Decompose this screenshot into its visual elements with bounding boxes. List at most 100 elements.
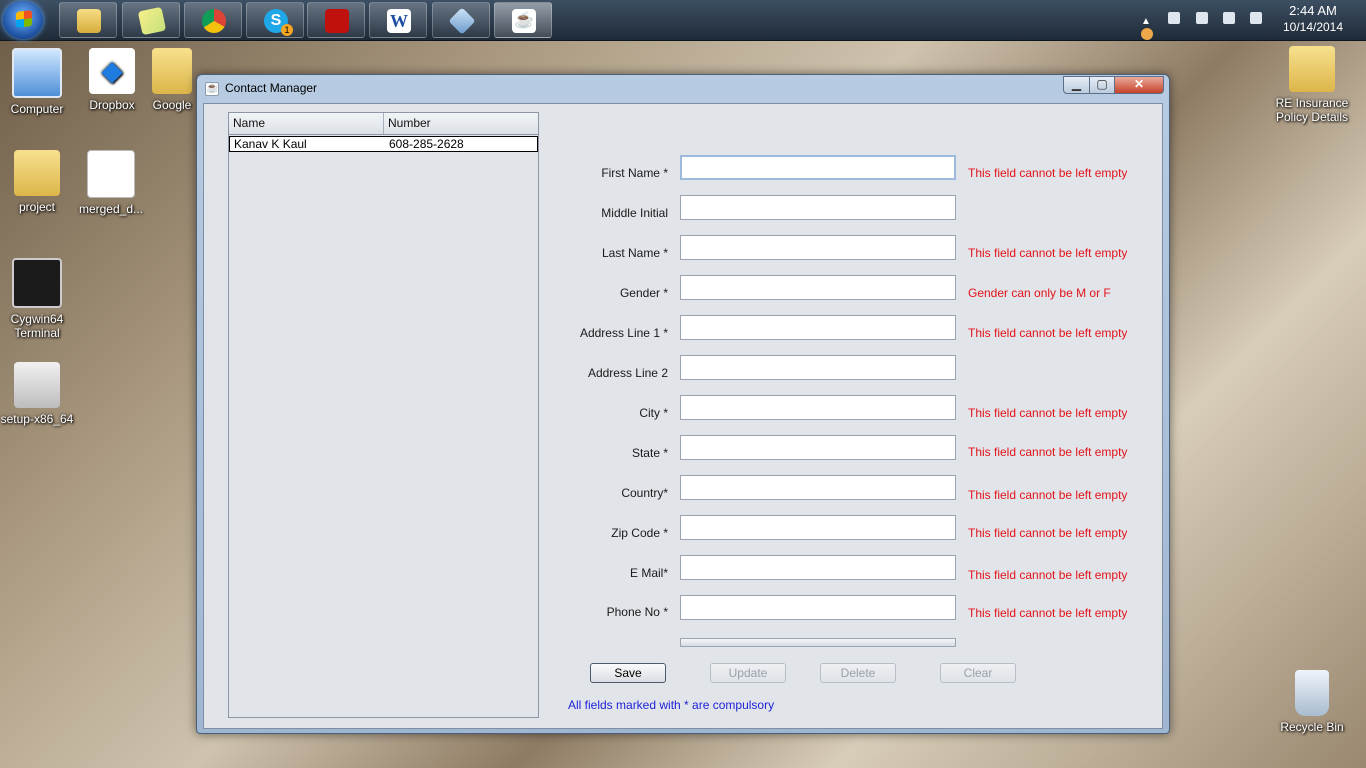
label-gender: Gender * (619, 286, 668, 300)
folder-icon (14, 150, 60, 196)
action-center-icon[interactable] (1168, 12, 1181, 24)
contact-manager-window: ☕ Contact Manager ▁ ▢ ✕ Name Number Kana… (196, 74, 1170, 734)
desktop-icon-project[interactable]: project (0, 150, 74, 214)
cell-name: Kanav K Kaul (234, 137, 307, 151)
error-zip-code: This field cannot be left empty (968, 526, 1128, 540)
word-icon: W (387, 9, 411, 33)
delete-button[interactable]: Delete (820, 663, 896, 683)
gender-field[interactable] (680, 275, 956, 300)
desktop-icon-re-insurance[interactable]: RE Insurance Policy Details (1272, 46, 1352, 124)
desktop-icon-label: Recycle Bin (1280, 720, 1344, 734)
error-email: This field cannot be left empty (968, 568, 1128, 582)
tray-icons: ▲ (1141, 12, 1281, 40)
dropbox-icon: ◆ (89, 48, 135, 94)
volume-icon[interactable] (1250, 12, 1263, 24)
column-header-name[interactable]: Name (229, 113, 384, 134)
error-phone-no: This field cannot be left empty (968, 606, 1128, 620)
last-name-field[interactable] (680, 235, 956, 260)
recycle-bin-icon (1295, 670, 1329, 716)
taskbar: S 1 W ☕ ▲ 2:44 AM 10/14/2014 (0, 0, 1366, 41)
desktop-icon-label: Cygwin64 Terminal (10, 312, 64, 340)
desktop-icon-merged[interactable]: merged_d... (74, 150, 148, 216)
column-header-number[interactable]: Number (384, 113, 538, 134)
desktop-icon-recycle-bin[interactable]: Recycle Bin (1272, 670, 1352, 734)
label-middle-initial: Middle Initial (601, 206, 668, 220)
label-zip-code: Zip Code * (611, 526, 668, 540)
taskbar-virtualbox[interactable] (432, 2, 490, 38)
maximize-button[interactable]: ▢ (1089, 76, 1115, 94)
table-row[interactable]: Kanav K Kaul 608-285-2628 (229, 136, 538, 152)
middle-initial-field[interactable] (680, 195, 956, 220)
desktop-icon-label: project (18, 200, 56, 214)
cygwin-terminal-icon (12, 258, 62, 308)
label-city: City * (639, 406, 668, 420)
clear-button[interactable]: Clear (940, 663, 1016, 683)
address-line-2-field[interactable] (680, 355, 956, 380)
zip-code-field[interactable] (680, 515, 956, 540)
label-email: E Mail* (629, 566, 668, 580)
desktop-icon-setup[interactable]: setup-x86_64 (0, 362, 74, 426)
desktop-icon-google[interactable]: Google (144, 48, 200, 112)
label-phone-no: Phone No * (606, 605, 668, 619)
virtualbox-icon (448, 7, 476, 35)
desktop-icon-dropbox[interactable]: ◆ Dropbox (75, 48, 149, 112)
clock[interactable]: 2:44 AM 10/14/2014 (1278, 3, 1348, 35)
error-gender: Gender can only be M or F (968, 286, 1111, 300)
clock-date: 10/14/2014 (1282, 20, 1344, 34)
desktop-icon-cygwin[interactable]: Cygwin64 Terminal (0, 258, 74, 340)
app-tray-icon[interactable] (1141, 28, 1153, 40)
error-city: This field cannot be left empty (968, 406, 1128, 420)
taskbar-skype[interactable]: S 1 (246, 2, 304, 38)
desktop-icon-label: Computer (10, 102, 64, 116)
city-field[interactable] (680, 395, 956, 420)
update-button[interactable]: Update (710, 663, 786, 683)
label-state: State * (631, 446, 668, 460)
skype-badge: 1 (281, 24, 293, 36)
country-field[interactable] (680, 475, 956, 500)
clock-time: 2:44 AM (1289, 3, 1337, 18)
sticky-notes-icon (137, 6, 167, 36)
java-app-icon: ☕ (205, 82, 219, 96)
cygwin-setup-icon (14, 362, 60, 408)
label-last-name: Last Name * (601, 246, 668, 260)
label-first-name: First Name * (601, 166, 668, 180)
label-address-line-1: Address Line 1 * (579, 326, 668, 340)
taskbar-chrome[interactable] (184, 2, 242, 38)
close-button[interactable]: ✕ (1114, 76, 1164, 94)
acrobat-icon (325, 9, 349, 33)
minimize-button[interactable]: ▁ (1063, 76, 1090, 94)
taskbar-file-explorer[interactable] (59, 2, 117, 38)
desktop-icon-label: Dropbox (89, 98, 135, 112)
contacts-table[interactable]: Name Number Kanav K Kaul 608-285-2628 (228, 112, 539, 718)
progress-bar (680, 638, 956, 647)
windows-logo-icon (16, 10, 32, 28)
first-name-field[interactable] (680, 155, 956, 180)
phone-no-field[interactable] (680, 595, 956, 620)
start-button[interactable] (3, 1, 43, 39)
error-first-name: This field cannot be left empty (968, 166, 1128, 180)
state-field[interactable] (680, 435, 956, 460)
desktop-icon-label: merged_d... (78, 202, 144, 216)
compulsory-fields-note: All fields marked with * are compulsory (568, 698, 775, 712)
computer-icon (12, 48, 62, 98)
power-icon[interactable] (1195, 12, 1208, 24)
label-address-line-2: Address Line 2 (587, 366, 668, 380)
taskbar-java[interactable]: ☕ (494, 2, 552, 38)
network-icon[interactable] (1223, 12, 1236, 24)
desktop-icon-label: setup-x86_64 (0, 412, 74, 426)
taskbar-sticky-notes[interactable] (122, 2, 180, 38)
window-title: Contact Manager (225, 81, 318, 95)
desktop-icon-label: Google (152, 98, 192, 112)
email-field[interactable] (680, 555, 956, 580)
chrome-icon (202, 9, 226, 33)
taskbar-word[interactable]: W (369, 2, 427, 38)
cell-number: 608-285-2628 (389, 137, 464, 151)
desktop-icon-computer[interactable]: Computer (0, 48, 74, 116)
address-line-1-field[interactable] (680, 315, 956, 340)
error-address-line-1: This field cannot be left empty (968, 326, 1128, 340)
taskbar-acrobat[interactable] (307, 2, 365, 38)
error-country: This field cannot be left empty (968, 488, 1128, 502)
save-button[interactable]: Save (590, 663, 666, 683)
show-hidden-icons-icon[interactable]: ▲ (1141, 16, 1153, 28)
java-icon: ☕ (512, 9, 536, 33)
